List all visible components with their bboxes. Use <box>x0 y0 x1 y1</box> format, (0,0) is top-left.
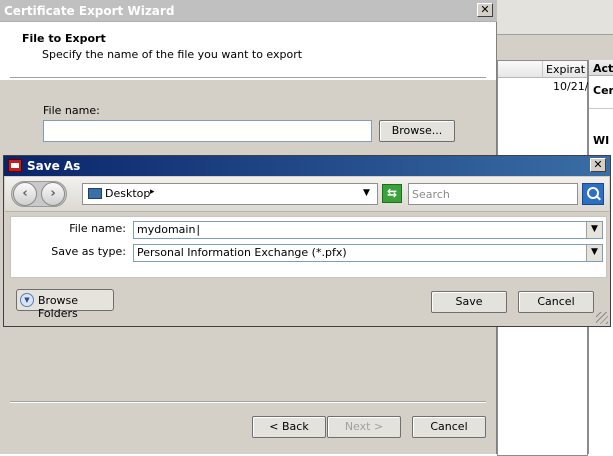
dropdown-arrow-icon[interactable]: ▼ <box>363 188 370 198</box>
wizard-step-subtitle: Specify the name of the file you want to… <box>42 48 303 61</box>
list-item-expiration[interactable]: 10/21/ <box>553 80 588 93</box>
nav-buttons: ‹ › <box>11 181 67 207</box>
footer-divider <box>10 401 486 403</box>
browse-folders-label: Browse Folders <box>38 294 79 320</box>
list-column-header: Expirat <box>498 61 587 78</box>
save-as-dialog: Save As ✕ ‹ › Desktop ▸ ▼ ⇆ File name: m… <box>3 155 611 327</box>
actions-item-wi[interactable]: WI <box>593 134 609 147</box>
navigation-bar: ‹ › Desktop ▸ ▼ ⇆ <box>5 177 609 212</box>
save-button[interactable]: Save <box>431 291 507 313</box>
resize-grip-icon[interactable] <box>596 312 608 324</box>
expand-icon: ▼ <box>20 293 34 307</box>
wizard-header: File to Export Specify the name of the f… <box>0 22 496 80</box>
file-name-input[interactable]: mydomain| ▼ <box>133 221 603 239</box>
back-button[interactable]: < Back <box>252 416 326 438</box>
file-name-label: File name: <box>69 222 126 235</box>
text-caret: | <box>196 223 201 236</box>
dropdown-arrow-icon[interactable]: ▼ <box>586 222 602 238</box>
header-divider <box>10 77 486 79</box>
column-expiration[interactable]: Expirat <box>546 63 585 76</box>
actions-header: Act <box>589 60 613 76</box>
cancel-button[interactable]: Cancel <box>518 291 594 313</box>
next-button[interactable]: Next > <box>327 416 401 438</box>
browse-button[interactable]: Browse... <box>379 120 455 142</box>
file-name-field[interactable] <box>43 120 372 142</box>
file-name-label: File name: <box>43 104 100 117</box>
chevron-right-icon[interactable]: ▸ <box>150 187 155 197</box>
column-separator[interactable] <box>542 61 543 77</box>
actions-divider <box>589 108 613 109</box>
forward-arrow-icon[interactable]: › <box>41 182 65 206</box>
file-fields-panel: File name: mydomain| ▼ Save as type: Per… <box>10 216 607 278</box>
search-box[interactable] <box>408 183 578 205</box>
close-icon[interactable]: ✕ <box>477 3 493 17</box>
desktop-icon <box>88 188 102 199</box>
search-icon[interactable] <box>582 183 604 205</box>
refresh-icon[interactable]: ⇆ <box>382 184 402 203</box>
location-breadcrumb[interactable]: Desktop ▸ ▼ <box>82 183 378 205</box>
file-name-value: mydomain| <box>137 223 201 236</box>
search-input[interactable] <box>412 185 572 203</box>
close-icon[interactable]: ✕ <box>590 158 606 172</box>
dropdown-arrow-icon[interactable]: ▼ <box>586 245 602 261</box>
save-as-titlebar: Save As ✕ <box>4 156 610 176</box>
background-toolbar <box>497 0 613 35</box>
wizard-step-title: File to Export <box>22 32 106 45</box>
back-arrow-icon[interactable]: ‹ <box>13 182 37 206</box>
save-as-title: Save As <box>27 159 81 173</box>
save-type-select[interactable]: Personal Information Exchange (*.pfx) ▼ <box>133 244 603 262</box>
cancel-button[interactable]: Cancel <box>412 416 486 438</box>
save-type-label: Save as type: <box>51 245 126 258</box>
app-icon <box>8 159 22 172</box>
wizard-title: Certificate Export Wizard <box>4 4 175 18</box>
actions-item-certificates[interactable]: Cer <box>593 84 613 97</box>
save-type-value: Personal Information Exchange (*.pfx) <box>137 246 347 259</box>
location-text[interactable]: Desktop <box>105 187 150 200</box>
wizard-titlebar: Certificate Export Wizard ✕ <box>0 0 497 22</box>
browse-folders-button[interactable]: ▼ Browse Folders <box>16 289 114 320</box>
